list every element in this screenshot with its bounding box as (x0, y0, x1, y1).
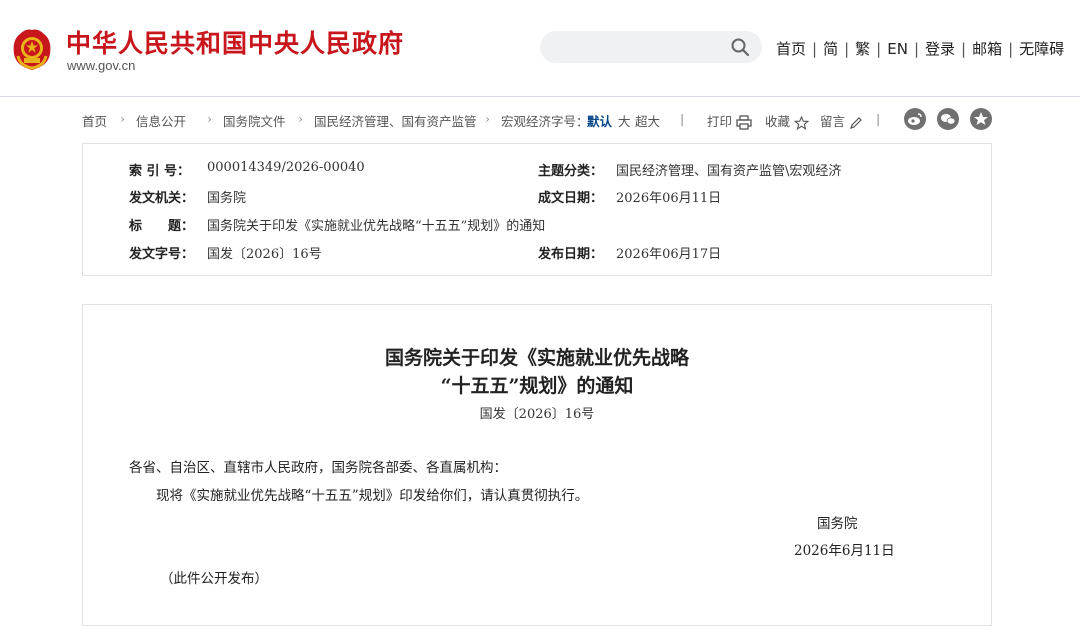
top-nav: 首页 | 简 | 繁 | EN | 登录 | 邮箱 | 无障碍 (776, 38, 1064, 59)
divider: | (876, 111, 881, 126)
signing-date: 2026年6月11日 (794, 543, 895, 559)
breadcrumb-state-council-docs[interactable]: 国务院文件 (223, 111, 286, 130)
chevron-right-icon: › (298, 111, 303, 126)
message-label: 留言 (820, 114, 846, 129)
message-button[interactable]: 留言 (820, 111, 863, 130)
site-url[interactable]: www.gov.cn (67, 58, 135, 73)
pencil-icon (850, 116, 862, 129)
nav-separator: | (844, 40, 850, 58)
category-label: 主题分类： (538, 164, 604, 179)
breadcrumb-home[interactable]: 首页 (82, 111, 107, 130)
nav-simplified[interactable]: 简 (823, 40, 838, 58)
top-header: 中华人民共和国中央人民政府 www.gov.cn 首页 | 简 | 繁 | EN | 登录 | 邮箱… (0, 0, 1080, 97)
created-date-value: 2026年06月11日 (616, 191, 722, 206)
font-size-label: 宏观经济字号： (501, 114, 589, 129)
published-date-label: 发布日期： (538, 247, 604, 262)
index-value: 000014349/2026-00040 (207, 160, 365, 175)
chevron-right-icon: › (207, 111, 212, 126)
doc-number-value: 国发〔2026〕16号 (207, 247, 322, 262)
printer-icon (736, 115, 752, 130)
nav-login[interactable]: 登录 (925, 40, 955, 58)
nav-separator: | (1008, 40, 1014, 58)
nav-traditional[interactable]: 繁 (855, 40, 870, 58)
body-paragraph: 现将《实施就业优先战略“十五五”规划》印发给你们，请认真贯彻执行。 (156, 488, 589, 504)
breadcrumb-economy[interactable]: 国民经济管理、国有资产监管 (314, 111, 477, 130)
font-size-xlarge[interactable]: 超大 (635, 111, 660, 130)
font-size-large[interactable]: 大 (618, 111, 631, 130)
divider: | (680, 111, 685, 126)
nav-english[interactable]: EN (887, 40, 908, 58)
publication-note: （此件公开发布） (160, 571, 268, 587)
salutation: 各省、自治区、直辖市人民政府，国务院各部委、各直属机构： (129, 460, 507, 476)
breadcrumb-info-public[interactable]: 信息公开 (136, 111, 186, 130)
chevron-right-icon: › (485, 111, 490, 126)
signature: 国务院 (817, 516, 858, 532)
document-body: 国务院关于印发《实施就业优先战略 “十五五”规划》的通知 国发〔2026〕16号… (82, 304, 992, 626)
document-title-line1: 国务院关于印发《实施就业优先战略 (384, 347, 689, 369)
created-date-label: 成文日期： (538, 191, 604, 206)
nav-separator: | (812, 40, 818, 58)
nav-accessibility[interactable]: 无障碍 (1019, 40, 1064, 58)
national-emblem-icon[interactable] (10, 26, 54, 72)
title-label: 标 题： (129, 219, 195, 234)
star-icon[interactable] (970, 108, 992, 130)
search-icon[interactable] (730, 37, 750, 57)
print-button[interactable]: 打印 (707, 111, 752, 130)
star-outline-icon (794, 115, 809, 130)
nav-separator: | (913, 40, 919, 58)
favorite-label: 收藏 (765, 114, 791, 129)
chevron-right-icon: › (120, 111, 125, 126)
wechat-icon[interactable] (937, 108, 959, 130)
nav-separator: | (876, 40, 882, 58)
search-input[interactable] (554, 37, 728, 59)
document-title-line2: “十五五”规划》的通知 (440, 375, 634, 397)
document-number: 国发〔2026〕16号 (479, 407, 595, 422)
published-date-value: 2026年06月17日 (616, 247, 722, 262)
weibo-icon[interactable] (904, 108, 926, 130)
print-label: 打印 (707, 114, 733, 129)
nav-mailbox[interactable]: 邮箱 (972, 40, 1002, 58)
font-size-default[interactable]: 默认 (587, 111, 612, 130)
issuer-value: 国务院 (207, 191, 247, 206)
title-value: 国务院关于印发《实施就业优先战略“十五五”规划》的通知 (207, 219, 546, 234)
document-info-box: 索 引 号： 000014349/2026-00040 主题分类： 国民经济管理… (82, 143, 992, 276)
breadcrumb: 首页 › 信息公开 › 国务院文件 › 国民经济管理、国有资产监管 › 宏观经济… (82, 108, 992, 130)
nav-home[interactable]: 首页 (776, 40, 806, 58)
doc-number-label: 发文字号： (129, 247, 195, 262)
issuer-label: 发文机关： (129, 191, 195, 206)
favorite-button[interactable]: 收藏 (765, 111, 809, 130)
site-title[interactable]: 中华人民共和国中央人民政府 (66, 24, 404, 60)
nav-separator: | (961, 40, 967, 58)
search-box[interactable] (540, 31, 762, 63)
index-label: 索 引 号： (129, 164, 191, 179)
category-value: 国民经济管理、国有资产监管\宏观经济 (616, 164, 842, 179)
